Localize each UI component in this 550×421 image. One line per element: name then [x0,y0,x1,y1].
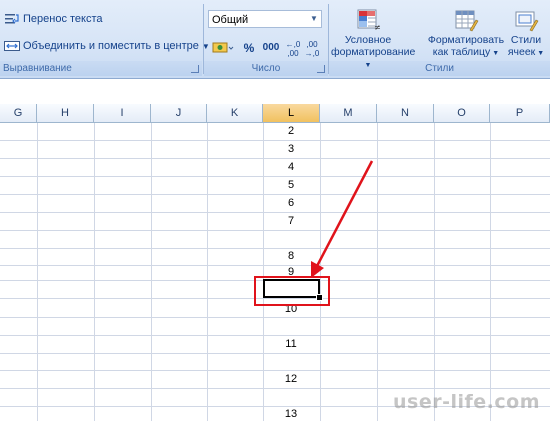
format-as-table-label: Форматировать [427,34,505,46]
conditional-formatting-label: Условное [344,34,392,46]
conditional-formatting-icon: ≠ [355,8,381,32]
conditional-formatting-label-2: форматирование [331,46,416,58]
format-as-table-icon [453,8,479,32]
merge-center-button[interactable]: Объединить и поместить в центре ▼ [4,39,210,53]
alignment-dialog-launcher-icon[interactable] [191,65,199,73]
svg-text:≠: ≠ [374,23,381,32]
cell-styles-label-2: ячеек [507,46,536,58]
cell-styles-icon [513,8,539,32]
alignment-group-label: Выравнивание [0,61,202,76]
format-as-table-button[interactable]: Форматировать как таблицу ▼ [426,8,506,64]
number-group-label: Число [204,61,328,76]
chevron-down-icon: ▼ [535,50,545,57]
number-group-footer: Число [204,2,328,76]
alignment-group: Перенос текста Объединить и поместить в … [0,2,210,76]
merge-center-label: Объединить и поместить в центре [23,40,199,52]
watermark: user-life.com [393,391,540,413]
wrap-text-label: Перенос текста [23,13,103,25]
wrap-text-icon [4,12,20,26]
chevron-down-icon: ▼ [490,50,500,57]
conditional-formatting-button[interactable]: ≠ Условное форматирование ▼ [331,8,415,69]
chevron-down-icon: ▼ [364,62,372,69]
merge-center-icon [4,39,20,53]
annotation-arrow-icon [311,160,374,278]
format-as-table-label-2: как таблицу [432,46,491,58]
formula-bar-area [0,79,550,104]
cell-styles-label: Стили [510,34,542,46]
wrap-text-button[interactable]: Перенос текста [4,12,103,26]
ribbon: Перенос текста Объединить и поместить в … [0,0,550,79]
cell-styles-button[interactable]: Стили ячеек ▼ [503,8,549,64]
number-dialog-launcher-icon[interactable] [317,65,325,73]
spreadsheet-grid[interactable]: G H I J K L M N O P 2 3 4 5 6 7 8 9 10 1… [0,104,550,421]
